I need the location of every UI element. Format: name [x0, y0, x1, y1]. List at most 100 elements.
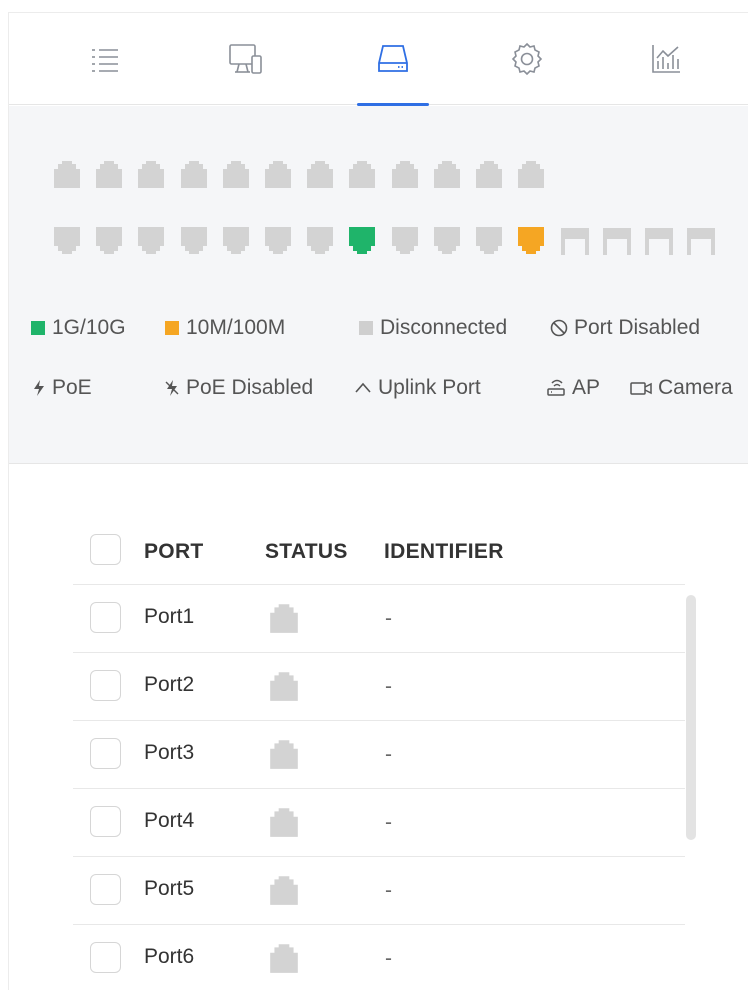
switch-port-top-1[interactable] [51, 159, 83, 189]
devices-icon [229, 44, 262, 74]
switch-port-bottom-8[interactable] [346, 226, 378, 256]
port-name: Port6 [144, 945, 195, 968]
column-header-identifier[interactable]: IDENTIFIER [384, 540, 504, 564]
port-status-icon [267, 738, 301, 770]
legend-ap: AP [545, 376, 600, 400]
sfp-port-2[interactable] [601, 227, 633, 257]
switch-port-top-11[interactable] [473, 159, 505, 189]
port-status-icon [267, 602, 301, 634]
port-name: Port4 [144, 809, 195, 832]
switch-port-top-7[interactable] [304, 159, 336, 189]
row-checkbox[interactable] [90, 874, 121, 905]
gray-swatch-icon [359, 321, 373, 335]
legend-uplink: Uplink Port [353, 376, 481, 400]
legend-1g-10g-label: 1G/10G [52, 316, 126, 339]
legend-poe: PoE [31, 376, 92, 400]
table-row[interactable]: Port6 - [73, 924, 685, 990]
port-name: Port2 [144, 673, 195, 696]
switch-port-bottom-6[interactable] [262, 226, 294, 256]
switch-port-top-4[interactable] [178, 159, 210, 189]
table-row[interactable]: Port3 - [73, 720, 685, 788]
switch-port-bottom-2[interactable] [93, 226, 125, 256]
table-row[interactable]: Port2 - [73, 652, 685, 720]
switch-port-top-5[interactable] [220, 159, 252, 189]
tab-settings[interactable] [487, 13, 567, 105]
legend-poe-label: PoE [52, 376, 92, 399]
column-header-port[interactable]: PORT [144, 540, 204, 564]
list-icon [92, 49, 118, 72]
port-name: Port3 [144, 741, 195, 764]
port-panel: 1G/10G 10M/100M Disconnected Port Disabl… [9, 106, 748, 464]
row-checkbox[interactable] [90, 806, 121, 837]
switch-port-top-9[interactable] [389, 159, 421, 189]
legend-disconnected-label: Disconnected [380, 316, 508, 339]
chart-icon [652, 45, 680, 73]
port-identifier: - [385, 947, 392, 970]
green-swatch-icon [31, 321, 45, 335]
table-row[interactable]: Port4 - [73, 788, 685, 856]
switch-port-top-6[interactable] [262, 159, 294, 189]
row-checkbox[interactable] [90, 602, 121, 633]
port-identifier: - [385, 743, 392, 766]
orange-swatch-icon [165, 321, 179, 335]
lightning-icon [31, 378, 47, 398]
select-all-checkbox[interactable] [90, 534, 121, 565]
switch-port-top-12[interactable] [515, 159, 547, 189]
row-checkbox[interactable] [90, 670, 121, 701]
sfp-port-4[interactable] [685, 227, 717, 257]
switch-port-bottom-11[interactable] [473, 226, 505, 256]
tab-statistics[interactable] [626, 13, 706, 105]
switch-port-top-3[interactable] [135, 159, 167, 189]
port-status-icon [267, 942, 301, 974]
tab-list[interactable] [65, 13, 145, 105]
scrollbar[interactable] [684, 595, 698, 840]
sfp-port-1[interactable] [559, 227, 591, 257]
port-identifier: - [385, 607, 392, 630]
legend-ap-label: AP [572, 376, 601, 399]
legend-uplink-label: Uplink Port [378, 376, 481, 399]
port-identifier: - [385, 879, 392, 902]
legend-camera-label: Camera [658, 376, 733, 399]
switch-port-bottom-10[interactable] [431, 226, 463, 256]
switch-port-top-8[interactable] [346, 159, 378, 189]
port-status-icon [267, 670, 301, 702]
port-table: PORT STATUS IDENTIFIER Port1- Port2- Port3… [9, 465, 748, 990]
switch-port-top-2[interactable] [93, 159, 125, 189]
switch-port-bottom-3[interactable] [135, 226, 167, 256]
legend-poe-disabled: PoE Disabled [163, 376, 313, 400]
legend-poe-disabled-label: PoE Disabled [186, 376, 314, 399]
tab-devices[interactable] [205, 13, 285, 105]
column-header-status[interactable]: STATUS [265, 540, 348, 564]
router-icon [545, 378, 567, 398]
camera-icon [629, 378, 653, 398]
legend-10m-100m-label: 10M/100M [186, 316, 286, 339]
switch-port-bottom-12[interactable] [515, 226, 547, 256]
port-status-icon [267, 874, 301, 906]
uplink-icon [353, 378, 373, 398]
legend-port-disabled: Port Disabled [549, 316, 700, 340]
port-name: Port5 [144, 877, 195, 900]
legend-10m-100m: 10M/100M [165, 316, 285, 340]
switch-port-bottom-5[interactable] [220, 226, 252, 256]
switch-port-bottom-9[interactable] [389, 226, 421, 256]
port-identifier: - [385, 811, 392, 834]
table-row[interactable]: Port5 - [73, 856, 685, 924]
row-checkbox[interactable] [90, 738, 121, 769]
switch-panel: 1G/10G 10M/100M Disconnected Port Disabl… [8, 12, 748, 990]
gear-icon [511, 42, 543, 76]
switch-port-bottom-7[interactable] [304, 226, 336, 256]
sfp-port-3[interactable] [643, 227, 675, 257]
switch-port-bottom-4[interactable] [178, 226, 210, 256]
table-row[interactable]: Port1 - [73, 584, 685, 652]
legend-camera: Camera [629, 376, 733, 400]
port-name: Port1 [144, 605, 195, 628]
disabled-icon [549, 318, 569, 338]
scrollbar-thumb[interactable] [686, 595, 696, 840]
tab-bar [9, 13, 748, 106]
port-identifier: - [385, 675, 392, 698]
legend-1g-10g: 1G/10G [31, 316, 126, 340]
switch-port-bottom-1[interactable] [51, 226, 83, 256]
switch-port-top-10[interactable] [431, 159, 463, 189]
row-checkbox[interactable] [90, 942, 121, 973]
tab-switch[interactable] [353, 13, 433, 106]
